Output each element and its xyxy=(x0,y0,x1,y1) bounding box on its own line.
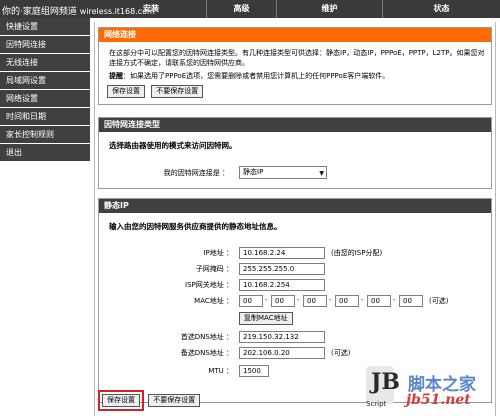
tab-advanced[interactable]: 高级 xyxy=(206,0,276,18)
network-connection-title: 网络连接 xyxy=(99,28,491,42)
gateway-row: ISP网关地址 ： xyxy=(99,279,491,292)
sidebar-item-parental-control[interactable]: 家长控制规则 xyxy=(0,126,90,144)
mac-separator: - xyxy=(297,296,300,304)
tab-status[interactable]: 状态 xyxy=(382,0,500,18)
tab-setup[interactable]: 安装 xyxy=(96,0,206,18)
jb-logo-text: JB xyxy=(371,369,401,395)
network-connection-intro: 在这部分中可以配置您的因特网连接类型。有几种连接类型可供选择：静态IP，动态IP… xyxy=(109,49,485,67)
sidebar-item-wireless[interactable]: 无线连接 xyxy=(0,54,90,72)
ip-address-input[interactable] xyxy=(239,247,325,259)
sidebar-item-lan[interactable]: 局域网设置 xyxy=(0,72,90,90)
clone-mac-row: 复制MAC地址 xyxy=(99,312,491,326)
ip-address-row: IP地址 ： (由您的ISP分配) xyxy=(99,247,491,260)
mac-separator: - xyxy=(393,296,396,304)
clone-mac-button[interactable]: 复制MAC地址 xyxy=(239,312,293,325)
sidebar-item-logout[interactable]: 退出 xyxy=(0,144,90,162)
ip-address-hint: (由您的ISP分配) xyxy=(331,249,383,257)
mac-optional-hint: (可选) xyxy=(429,297,449,305)
bottom-dont-save-button[interactable]: 不要保存设置 xyxy=(148,394,201,407)
pppoe-note: 提醒：如果选用了PPPoE选项，您需要删除或者禁用您计算机上的任何PPPoE客户… xyxy=(109,71,485,81)
gateway-label: ISP网关地址 ： xyxy=(185,281,233,289)
mac-octet-1[interactable] xyxy=(239,295,263,307)
primary-dns-label: 首选DNS地址 ： xyxy=(180,333,233,341)
connection-type-selected: 静态IP xyxy=(243,168,264,176)
connection-type-label: 我的因特网连接是 ： xyxy=(163,169,229,177)
gateway-input[interactable] xyxy=(239,279,325,291)
mac-address-label: MAC地址 ： xyxy=(194,297,233,305)
subnet-mask-row: 子网掩码 ： xyxy=(99,263,491,276)
top-button-row: 保存设置 不要保存设置 xyxy=(107,85,491,98)
mac-octet-2[interactable] xyxy=(271,295,295,307)
sidebar-item-network[interactable]: 网络设置 xyxy=(0,90,90,108)
secondary-dns-label: 备选DNS地址 ： xyxy=(180,349,233,357)
mac-separator: - xyxy=(361,296,364,304)
jb-logo: JB xyxy=(366,366,400,404)
network-connection-panel: 网络连接 在这部分中可以配置您的因特网连接类型。有几种连接类型可供选择：静态IP… xyxy=(98,27,492,105)
secondary-dns-row: 备选DNS地址 ： (可选) xyxy=(99,347,491,360)
subnet-mask-input[interactable] xyxy=(239,263,325,275)
secondary-dns-optional-hint: (可选) xyxy=(331,349,351,357)
main-content: 网络连接 在这部分中可以配置您的因特网连接类型。有几种连接类型可供选择：静态IP… xyxy=(94,22,496,416)
tab-maintenance[interactable]: 维护 xyxy=(276,0,382,18)
primary-dns-input[interactable] xyxy=(239,331,325,343)
sidebar: 快捷设置 因特网连接 无线连接 局域网设置 网络设置 时间和日期 家长控制规则 … xyxy=(0,18,90,416)
mtu-label: MTU ： xyxy=(208,367,233,375)
connection-type-subtitle: 选择路由器使用的模式来访问因特网。 xyxy=(109,141,237,150)
subnet-mask-label: 子网掩码 ： xyxy=(195,265,233,273)
site-watermark: JB Script 脚本之家 jb51.net xyxy=(366,364,500,416)
static-ip-title: 静态IP xyxy=(99,199,491,213)
top-save-button[interactable]: 保存设置 xyxy=(107,85,145,98)
mac-address-row: MAC地址 ： - - - - - (可选) xyxy=(99,295,491,308)
connection-type-title: 因特网连接类型 xyxy=(99,118,491,132)
connection-type-panel: 因特网连接类型 选择路由器使用的模式来访问因特网。 我的因特网连接是 ： 静态I… xyxy=(98,117,492,189)
mac-octet-3[interactable] xyxy=(303,295,327,307)
pppoe-note-text: ：如果选用了PPPoE选项，您需要删除或者禁用您计算机上的任何PPPoE客户端软… xyxy=(123,72,390,80)
mac-separator: - xyxy=(329,296,332,304)
connection-type-select[interactable]: 静态IP ▼ xyxy=(239,166,327,179)
save-highlight: 保存设置 xyxy=(98,390,144,411)
sidebar-item-internet[interactable]: 因特网连接 xyxy=(0,36,90,54)
mtu-input[interactable] xyxy=(239,365,269,377)
chevron-down-icon: ▼ xyxy=(319,170,324,177)
mac-octet-5[interactable] xyxy=(367,295,391,307)
pppoe-note-label: 提醒 xyxy=(109,72,123,80)
watermark-site-text: jb51.net xyxy=(406,392,471,408)
sidebar-item-time-date[interactable]: 时间和日期 xyxy=(0,108,90,126)
static-ip-subtitle: 输入由您的因特网服务供应商提供的静态地址信息。 xyxy=(109,222,282,231)
top-nav-bar: 你的·家庭组网频道 wireless.it168.com 安装 高级 维护 状态 xyxy=(0,0,500,18)
sidebar-item-quick-setup[interactable]: 快捷设置 xyxy=(0,18,90,36)
mac-separator: - xyxy=(265,296,268,304)
bottom-save-button[interactable]: 保存设置 xyxy=(102,394,140,407)
top-watermark-text: 你的·家庭组网频道 xyxy=(2,7,77,17)
mac-octet-6[interactable] xyxy=(399,295,423,307)
ip-address-label: IP地址 ： xyxy=(203,249,233,257)
secondary-dns-input[interactable] xyxy=(239,347,325,359)
script-label: Script xyxy=(366,400,387,408)
bottom-button-row: 保存设置 不要保存设置 xyxy=(98,390,204,411)
primary-dns-row: 首选DNS地址 ： xyxy=(99,331,491,344)
top-dont-save-button[interactable]: 不要保存设置 xyxy=(151,85,204,98)
mac-octet-4[interactable] xyxy=(335,295,359,307)
